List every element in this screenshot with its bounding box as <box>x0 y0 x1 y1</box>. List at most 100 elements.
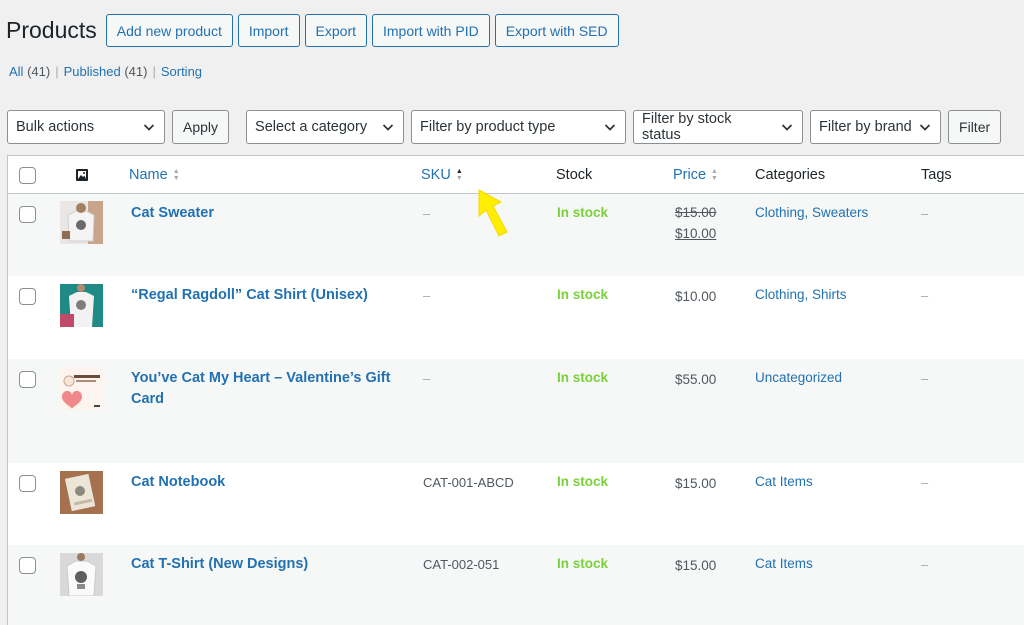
product-name-link[interactable]: Cat Sweater <box>131 203 214 224</box>
sku-column-label: SKU <box>421 167 451 183</box>
product-thumbnail[interactable] <box>60 553 103 596</box>
table-nav: Bulk actions Apply Select a category Fil… <box>7 110 1002 144</box>
product-name-link[interactable]: “Regal Ragdoll” Cat Shirt (Unisex) <box>131 285 368 306</box>
thumbnail-column-header <box>75 156 89 194</box>
product-name-link[interactable]: Cat T-Shirt (New Designs) <box>131 554 308 575</box>
sort-icon: ▲ ▼ <box>711 168 718 182</box>
view-all-label: All <box>9 64 24 79</box>
brand-select[interactable]: Filter by brand <box>810 110 942 144</box>
category-links[interactable]: Cat Items <box>755 556 813 571</box>
tags-column-label: Tags <box>921 167 952 183</box>
view-all-link[interactable]: All <box>9 64 23 79</box>
tags-column-header: Tags <box>921 156 952 194</box>
row-checkbox[interactable] <box>19 371 36 388</box>
product-thumbnail[interactable] <box>60 284 103 327</box>
export-button[interactable]: Export <box>304 14 367 47</box>
product-type-select-label: Filter by product type <box>420 119 556 135</box>
page-header: Products Add new product Import Export I… <box>6 14 624 47</box>
sku-value: – <box>423 288 431 303</box>
product-name-link[interactable]: You’ve Cat My Heart – Valentine’s Gift C… <box>131 368 401 410</box>
import-button[interactable]: Import <box>237 14 300 47</box>
add-new-product-button[interactable]: Add new product <box>105 14 233 47</box>
price-value: $15.00 $10.00 <box>675 202 716 244</box>
table-row: Cat T-Shirt (New Designs) CAT-002-051 In… <box>8 545 1024 625</box>
mouse-cursor-icon <box>478 189 508 237</box>
select-all-checkbox[interactable] <box>19 166 36 184</box>
import-with-pid-button[interactable]: Import with PID <box>372 14 490 47</box>
category-links[interactable]: Clothing, Sweaters <box>755 205 868 220</box>
product-thumbnail[interactable] <box>60 471 103 514</box>
product-thumbnail[interactable] <box>60 367 103 410</box>
bulk-actions-label: Bulk actions <box>16 119 95 135</box>
view-published-link[interactable]: Published <box>64 64 121 79</box>
view-published-label: Published <box>63 64 121 79</box>
view-sorting-link[interactable]: Sorting <box>161 64 202 79</box>
regular-price: $15.00 <box>675 205 717 220</box>
chevron-down-icon <box>781 124 793 131</box>
tags-value: – <box>921 206 929 221</box>
tags-value: – <box>921 475 929 490</box>
row-checkbox[interactable] <box>19 475 36 492</box>
chevron-down-icon <box>143 124 155 131</box>
row-checkbox[interactable] <box>19 288 36 305</box>
table-header: Name ▲ ▼ SKU ▲ ▼ Stock Price ▲ ▼ Categories… <box>8 156 1024 194</box>
select-all-cell <box>19 156 36 194</box>
stock-status: In stock <box>557 370 609 385</box>
table-row: You’ve Cat My Heart – Valentine’s Gift C… <box>8 359 1024 463</box>
stock-status: In stock <box>557 205 609 220</box>
stock-status-select-label: Filter by stock status <box>642 111 732 143</box>
gift-card-image-icon <box>60 367 103 410</box>
price-value: $10.00 <box>675 289 717 304</box>
view-filters: All (41) | Published (41) | Sorting <box>9 64 202 79</box>
stock-status-select[interactable]: Filter by stock status <box>633 110 804 144</box>
product-name-link[interactable]: Cat Notebook <box>131 472 225 493</box>
stock-status: In stock <box>557 287 609 302</box>
product-thumbnail[interactable] <box>60 201 103 244</box>
category-select[interactable]: Select a category <box>246 110 405 144</box>
name-column-header[interactable]: Name ▲ ▼ <box>129 156 180 194</box>
product-type-select[interactable]: Filter by product type <box>411 110 627 144</box>
price-column-label: Price <box>673 167 707 183</box>
row-checkbox[interactable] <box>19 206 36 223</box>
export-with-sed-button[interactable]: Export with SED <box>494 14 619 47</box>
stock-column-label: Stock <box>556 167 593 183</box>
tags-value: – <box>921 371 929 386</box>
product-name-line-1: You’ve Cat My Heart – Valentine’s Gift <box>131 370 391 386</box>
category-links[interactable]: Uncategorized <box>755 370 842 385</box>
chevron-down-icon <box>382 124 394 131</box>
tags-value: – <box>921 288 929 303</box>
table-row: Cat Notebook CAT-001-ABCD In stock $15.0… <box>8 463 1024 545</box>
tags-value: – <box>921 557 929 572</box>
sweater-image-icon <box>60 201 103 244</box>
row-checkbox[interactable] <box>19 557 36 574</box>
bulk-actions-select[interactable]: Bulk actions <box>7 110 165 144</box>
view-published-count: (41) <box>124 64 148 79</box>
price-column-header[interactable]: Price ▲ ▼ <box>673 156 718 194</box>
tshirt-image-icon <box>60 553 103 596</box>
stock-column-header: Stock <box>556 156 592 194</box>
view-all-count: (41) <box>27 64 51 79</box>
sale-price: $10.00 <box>675 226 717 241</box>
filter-button[interactable]: Filter <box>948 110 1002 144</box>
sku-value: CAT-002-051 <box>423 557 500 572</box>
image-icon <box>76 169 88 181</box>
sort-ascending-icon: ▲ ▼ <box>455 168 463 182</box>
category-links[interactable]: Clothing, Shirts <box>755 287 847 302</box>
price-value: $55.00 <box>675 372 717 387</box>
categories-column-label: Categories <box>755 167 826 183</box>
product-name-line-2: Card <box>131 391 165 407</box>
name-column-label: Name <box>129 167 168 183</box>
sku-value: – <box>423 206 431 221</box>
sku-column-header[interactable]: SKU ▲ ▼ <box>421 156 463 194</box>
table-row: Cat Sweater – In stock $15.00 $10.00 Clo… <box>8 194 1024 276</box>
separator: | <box>55 64 59 79</box>
products-table: Name ▲ ▼ SKU ▲ ▼ Stock Price ▲ ▼ Categories… <box>7 155 1024 625</box>
shirt-image-icon <box>60 284 103 327</box>
price-value: $15.00 <box>675 476 717 491</box>
category-select-label: Select a category <box>255 119 368 135</box>
apply-button[interactable]: Apply <box>172 110 230 144</box>
stock-status: In stock <box>557 474 609 489</box>
separator: | <box>152 64 156 79</box>
category-links[interactable]: Cat Items <box>755 474 813 489</box>
notebook-image-icon <box>60 471 103 514</box>
